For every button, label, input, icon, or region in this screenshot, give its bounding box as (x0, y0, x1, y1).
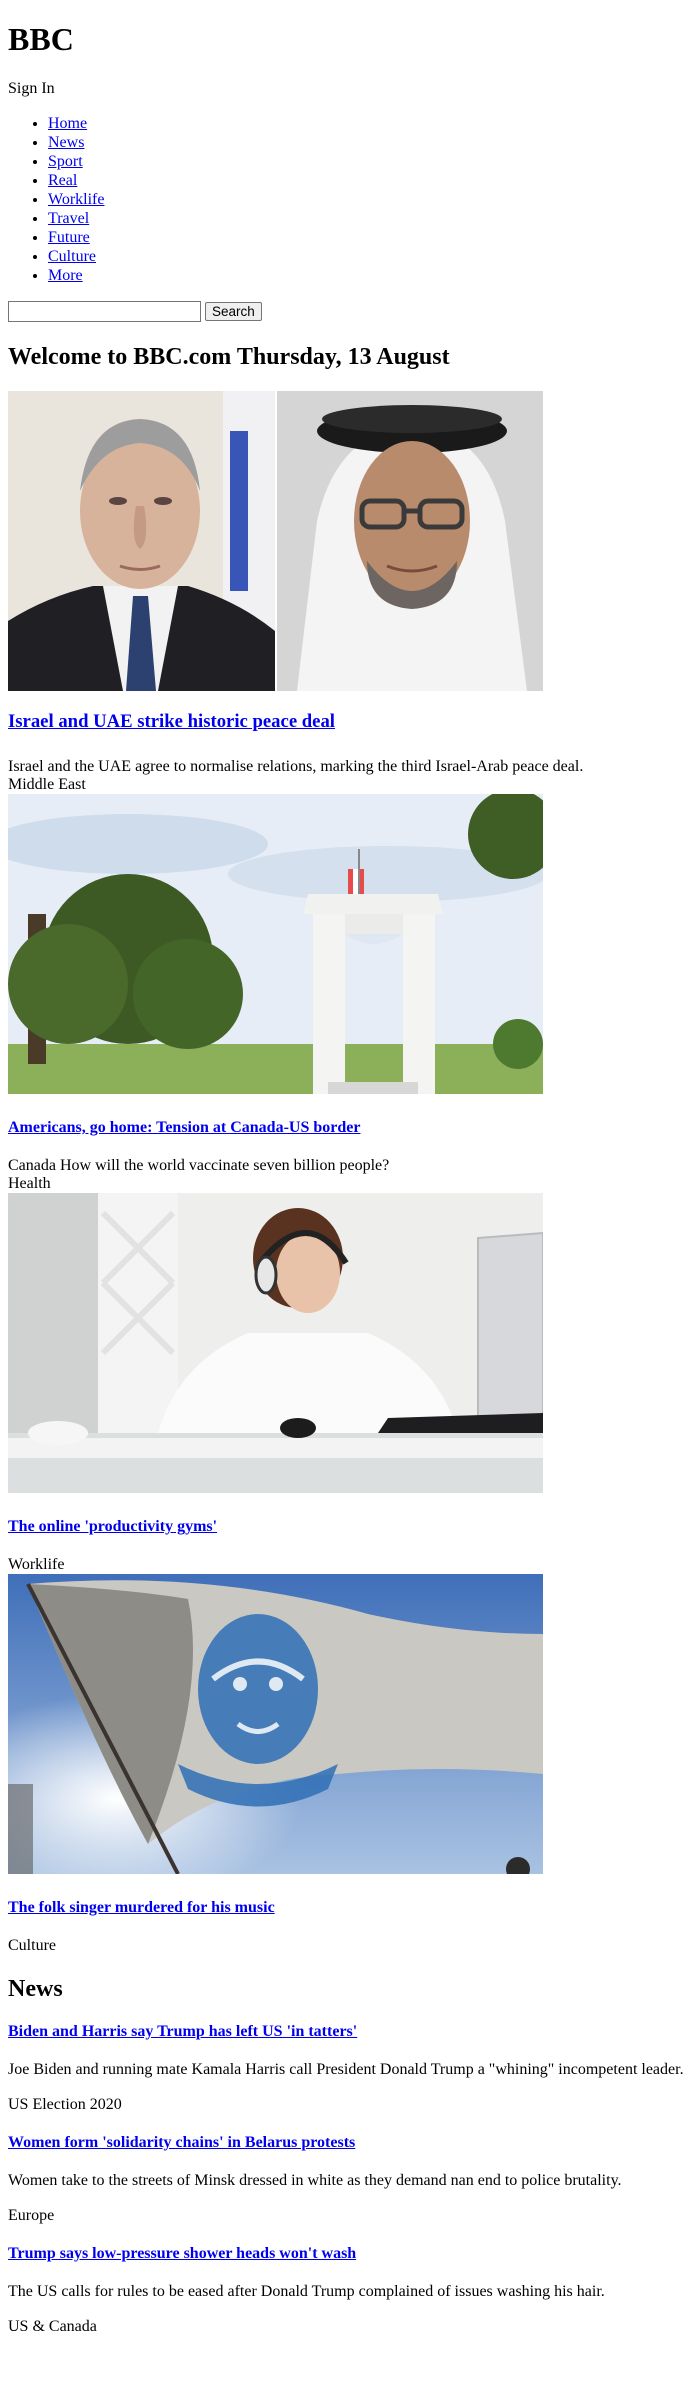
nav-link-real[interactable]: Real (48, 172, 77, 189)
hero-image[interactable] (8, 391, 543, 691)
news-section-heading: News (8, 1976, 63, 2002)
nav-link-travel[interactable]: Travel (48, 210, 89, 227)
hero-headline-link[interactable]: Israel and UAE strike historic peace dea… (8, 711, 335, 732)
story-tag-1[interactable]: Health (8, 1175, 686, 1193)
nav-item-travel: Travel (48, 209, 686, 228)
news-link-3[interactable]: Trump says low-pressure shower heads won… (8, 2245, 356, 2262)
news-summary-3: The US calls for rules to be eased after… (8, 2283, 605, 2300)
story-headline-2: The online 'productivity gyms' (8, 1518, 686, 1536)
news-summary-2: Women take to the streets of Minsk dress… (8, 2172, 622, 2189)
nav-item-sport: Sport (48, 152, 686, 171)
story-image-headphones[interactable] (8, 1193, 543, 1493)
news-summary-1: Joe Biden and running mate Kamala Harris… (8, 2061, 684, 2078)
news-item: Trump says low-pressure shower heads won… (8, 2245, 686, 2336)
portrait-left-image (8, 391, 275, 691)
nav-item-future: Future (48, 228, 686, 247)
story-headline-1: Americans, go home: Tension at Canada-US… (8, 1119, 686, 1137)
story-link-3[interactable]: The folk singer murdered for his music (8, 1899, 275, 1916)
hero-headline: Israel and UAE strike historic peace dea… (8, 711, 686, 733)
news-link-2[interactable]: Women form 'solidarity chains' in Belaru… (8, 2134, 355, 2151)
nav-item-worklife: Worklife (48, 190, 686, 209)
nav-link-news[interactable]: News (48, 134, 84, 151)
news-tag-1[interactable]: US Election 2020 (8, 2096, 686, 2114)
main-nav: Home News Sport Real Worklife Travel Fut… (8, 114, 686, 285)
search-button[interactable]: Search (205, 302, 262, 321)
bbc-logo: BBC (8, 21, 74, 57)
nav-link-future[interactable]: Future (48, 229, 90, 246)
nav-item-home: Home (48, 114, 686, 133)
hero-summary: Israel and the UAE agree to normalise re… (8, 758, 584, 775)
story-tag-3[interactable]: Culture (8, 1937, 686, 1955)
news-headline-2: Women form 'solidarity chains' in Belaru… (8, 2134, 686, 2152)
news-tag-2[interactable]: Europe (8, 2207, 686, 2225)
nav-item-culture: Culture (48, 247, 686, 266)
story-link-2[interactable]: The online 'productivity gyms' (8, 1518, 217, 1535)
hero-tag[interactable]: Middle East (8, 776, 686, 794)
news-link-1[interactable]: Biden and Harris say Trump has left US '… (8, 2023, 357, 2040)
welcome-heading: Welcome to BBC.com Thursday, 13 August (8, 344, 450, 370)
nav-item-real: Real (48, 171, 686, 190)
nav-link-worklife[interactable]: Worklife (48, 191, 104, 208)
news-item: Women form 'solidarity chains' in Belaru… (8, 2134, 686, 2225)
nav-item-news: News (48, 133, 686, 152)
sign-in-label[interactable]: Sign In (8, 80, 686, 98)
nav-link-home[interactable]: Home (48, 115, 87, 132)
search-input[interactable] (8, 301, 201, 322)
story-headline-3: The folk singer murdered for his music (8, 1899, 686, 1917)
story-image-flag[interactable] (8, 1574, 543, 1874)
news-headline-3: Trump says low-pressure shower heads won… (8, 2245, 686, 2263)
nav-link-more[interactable]: More (48, 267, 83, 284)
search-form: Search (8, 301, 686, 322)
story-tag-2[interactable]: Worklife (8, 1556, 686, 1574)
story-image-border-arch[interactable] (8, 794, 543, 1094)
news-tag-3[interactable]: US & Canada (8, 2318, 686, 2336)
nav-item-more: More (48, 266, 686, 285)
story-link-1[interactable]: Americans, go home: Tension at Canada-US… (8, 1119, 360, 1136)
news-item: Biden and Harris say Trump has left US '… (8, 2023, 686, 2114)
portrait-right-image (277, 391, 543, 691)
nav-link-sport[interactable]: Sport (48, 153, 83, 170)
nav-link-culture[interactable]: Culture (48, 248, 96, 265)
story-summary-1: Canada How will the world vaccinate seve… (8, 1157, 390, 1174)
news-headline-1: Biden and Harris say Trump has left US '… (8, 2023, 686, 2041)
